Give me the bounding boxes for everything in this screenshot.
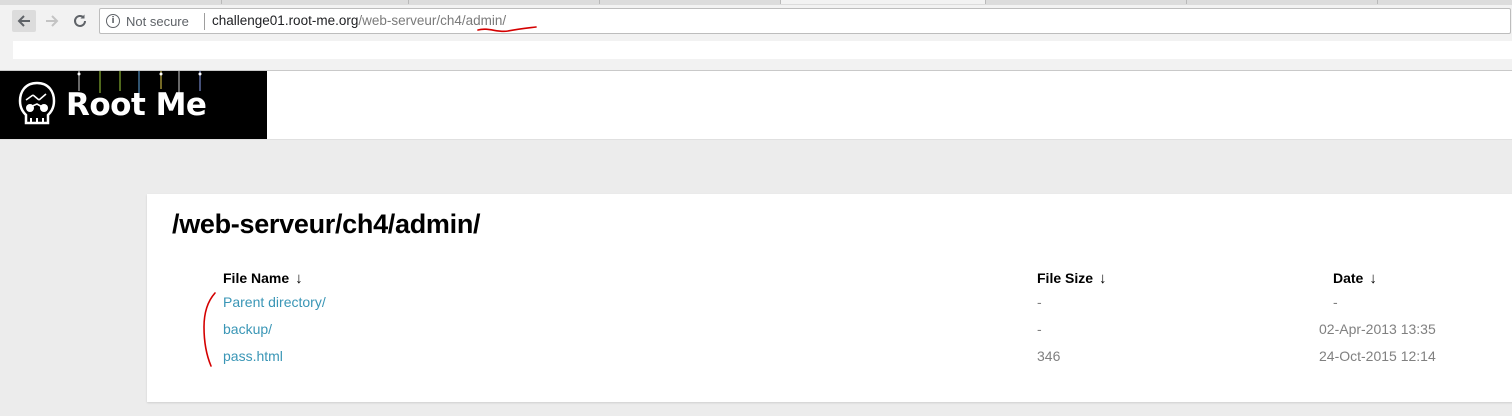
tab[interactable]: [222, 0, 409, 4]
tab[interactable]: [986, 0, 1187, 4]
tab[interactable]: [0, 0, 222, 4]
file-date-cell: 02-Apr-2013 13:35: [1319, 321, 1436, 337]
column-header-label: Date: [1333, 270, 1364, 286]
tab-active[interactable]: [781, 0, 986, 4]
root-me-logo[interactable]: Root Me: [0, 71, 267, 139]
reload-button[interactable]: [68, 10, 92, 32]
file-date-cell: -: [1333, 294, 1338, 310]
page-title: /web-serveur/ch4/admin/: [172, 209, 481, 239]
file-size-cell: -: [1037, 294, 1042, 310]
sort-arrow-down-icon: ↓: [1099, 270, 1107, 287]
file-size-cell: 346: [1037, 348, 1061, 364]
sort-arrow-down-icon: ↓: [295, 270, 303, 287]
arrow-right-icon: [46, 15, 59, 27]
tab[interactable]: [600, 0, 781, 4]
file-link-pass-html[interactable]: pass.html: [223, 348, 283, 364]
column-header-date[interactable]: Date ↓: [1333, 270, 1377, 287]
arrow-left-icon: [17, 15, 30, 27]
bookmark-bar: [0, 37, 1512, 71]
info-icon[interactable]: i: [106, 14, 120, 28]
file-link-backup[interactable]: backup/: [223, 321, 272, 337]
bookmark-bar-area: [13, 41, 1512, 59]
reload-icon: [74, 14, 86, 27]
column-header-label: File Size: [1037, 270, 1094, 286]
url-text[interactable]: challenge01.root-me.org/web-serveur/ch4/…: [212, 13, 506, 28]
sort-arrow-down-icon: ↓: [1369, 270, 1377, 287]
logo-text: Root Me: [66, 87, 207, 123]
browser-toolbar: i Not secure challenge01.root-me.org/web…: [0, 5, 1512, 37]
back-button[interactable]: [12, 10, 36, 32]
skull-logo-icon: [18, 81, 56, 125]
file-date-cell: 24-Oct-2015 12:14: [1319, 348, 1436, 364]
column-header-label: File Name: [223, 270, 290, 286]
tab[interactable]: [409, 0, 600, 4]
directory-listing-card: /web-serveur/ch4/admin/ File Name ↓ File …: [147, 194, 1512, 402]
tab[interactable]: [1187, 0, 1378, 4]
file-link-parent-directory[interactable]: Parent directory/: [223, 294, 326, 310]
divider: [204, 13, 205, 30]
forward-button[interactable]: [40, 10, 64, 32]
url-host: challenge01.root-me.org: [212, 13, 359, 28]
security-label[interactable]: Not secure: [126, 14, 189, 29]
url-path: /web-serveur/ch4/admin/: [358, 13, 507, 28]
site-header: Root Me: [0, 71, 1512, 140]
address-bar[interactable]: i Not secure challenge01.root-me.org/web…: [99, 8, 1511, 34]
column-header-file-name[interactable]: File Name ↓: [223, 270, 303, 287]
file-size-cell: -: [1037, 321, 1042, 337]
column-header-file-size[interactable]: File Size ↓: [1037, 270, 1107, 287]
